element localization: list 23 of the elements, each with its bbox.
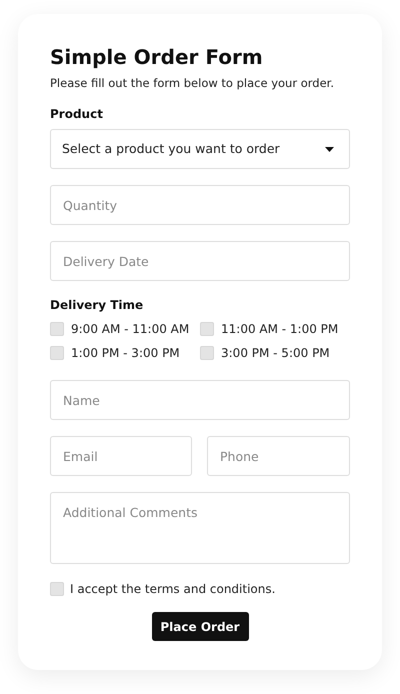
checkbox[interactable]	[50, 322, 64, 336]
dropdown-caret-icon	[325, 146, 334, 152]
checkbox-label: 9:00 AM - 11:00 AM	[71, 321, 190, 338]
checkbox[interactable]	[200, 346, 214, 360]
checkbox-label: 1:00 PM - 3:00 PM	[71, 345, 180, 362]
delivery-date-field[interactable]: Delivery Date	[50, 241, 350, 282]
product-select[interactable]: Select a product you want to order	[50, 129, 350, 170]
comments-field[interactable]: Additional Comments	[50, 492, 350, 564]
phone-field[interactable]: Phone	[207, 436, 350, 476]
checkbox-label: 11:00 AM - 1:00 PM	[221, 321, 338, 338]
quantity-field[interactable]: Quantity	[50, 185, 350, 226]
place-order-button[interactable]: Place Order	[152, 612, 248, 642]
terms-label: I accept the terms and conditions.	[70, 581, 276, 598]
checkbox[interactable]	[50, 582, 64, 596]
name-field[interactable]: Name	[50, 380, 350, 420]
checkbox[interactable]	[50, 346, 64, 360]
email-field[interactable]: Email	[50, 436, 192, 476]
form-description: Please fill out the form below to place your order.	[50, 75, 335, 92]
checkbox-label: 3:00 PM - 5:00 PM	[221, 345, 330, 362]
checkbox[interactable]	[200, 322, 214, 336]
field-label: Product	[50, 106, 104, 124]
form-title: Simple Order Form	[50, 44, 264, 70]
field-label: Delivery Time	[50, 297, 144, 314]
